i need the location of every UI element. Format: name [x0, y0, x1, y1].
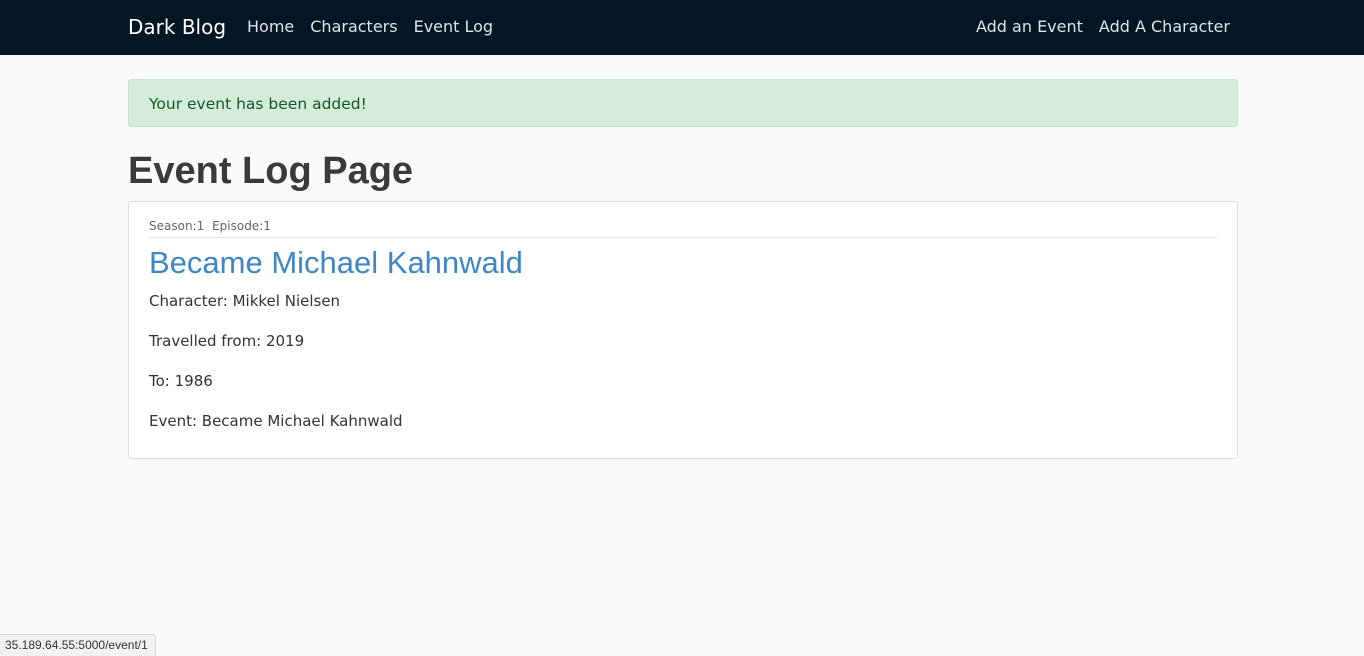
nav-link-add-character[interactable]: Add A Character: [1099, 17, 1230, 37]
episode-label: Episode:1: [212, 219, 271, 233]
nav-right-links: Add an Event Add A Character: [976, 17, 1230, 37]
event-travelled-to: To: 1986: [149, 372, 213, 390]
event-character: Character: Mikkel Nielsen: [149, 292, 341, 310]
event-card: Season:1 Episode:1 Became Michael Kahnwa…: [128, 201, 1238, 459]
event-travelled-from: Travelled from: 2019: [149, 332, 305, 350]
nav-link-add-event[interactable]: Add an Event: [976, 17, 1083, 37]
page-title: Event Log Page: [128, 150, 414, 192]
event-description: Event: Became Michael Kahnwald: [149, 412, 403, 430]
season-label: Season:1: [149, 219, 205, 233]
event-meta: Season:1 Episode:1: [149, 218, 1217, 238]
status-url: 35.189.64.55:5000/event/1: [5, 638, 148, 652]
top-navbar: Dark Blog Home Characters Event Log Add …: [0, 0, 1364, 55]
nav-link-characters[interactable]: Characters: [310, 17, 397, 37]
nav-link-home[interactable]: Home: [247, 17, 294, 37]
browser-status-bar: 35.189.64.55:5000/event/1: [0, 634, 156, 656]
success-alert: Your event has been added!: [128, 79, 1238, 127]
alert-message: Your event has been added!: [149, 95, 367, 113]
brand-link[interactable]: Dark Blog: [128, 15, 226, 40]
event-title-link[interactable]: Became Michael Kahnwald: [149, 242, 523, 284]
nav-left-links: Home Characters Event Log: [247, 17, 493, 37]
nav-link-event-log[interactable]: Event Log: [414, 17, 494, 37]
